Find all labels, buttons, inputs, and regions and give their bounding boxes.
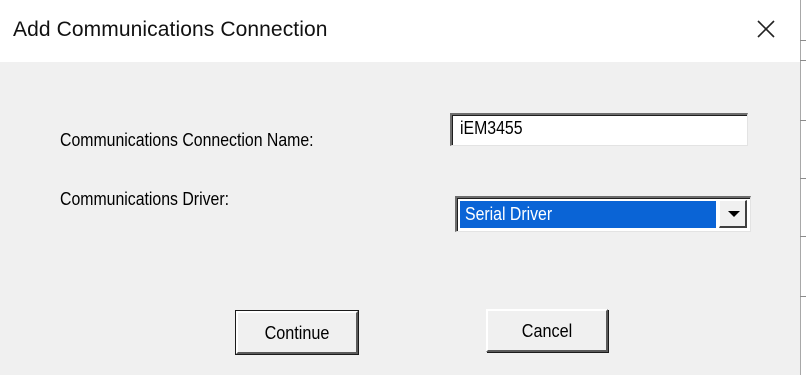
chevron-down-icon bbox=[728, 211, 740, 217]
connection-name-value: iEM3455 bbox=[460, 118, 523, 138]
edge-divider bbox=[800, 40, 806, 41]
cancel-button[interactable]: Cancel bbox=[486, 309, 608, 352]
cancel-button-label: Cancel bbox=[521, 321, 573, 341]
edge-divider bbox=[800, 120, 806, 121]
connection-name-input[interactable]: iEM3455 bbox=[450, 113, 748, 146]
add-connection-dialog: Add Communications Connection Communicat… bbox=[0, 0, 806, 375]
edge-divider bbox=[800, 236, 806, 237]
continue-button[interactable]: Continue bbox=[235, 310, 359, 355]
edge-divider bbox=[800, 296, 806, 297]
edge-divider bbox=[800, 178, 806, 179]
driver-selection-highlight: Serial Driver bbox=[460, 201, 716, 228]
driver-select[interactable]: Serial Driver bbox=[455, 196, 751, 232]
edge-divider bbox=[800, 60, 806, 61]
title-bar: Add Communications Connection bbox=[0, 0, 800, 62]
background-window-edge bbox=[800, 0, 806, 375]
dropdown-button[interactable] bbox=[719, 200, 747, 228]
connection-name-label: Communications Connection Name: bbox=[60, 130, 314, 150]
driver-label: Communications Driver: bbox=[60, 189, 230, 209]
close-icon[interactable] bbox=[752, 15, 780, 43]
driver-selected-value: Serial Driver bbox=[465, 204, 553, 224]
window-title: Add Communications Connection bbox=[13, 18, 328, 41]
continue-button-label: Continue bbox=[264, 323, 330, 343]
